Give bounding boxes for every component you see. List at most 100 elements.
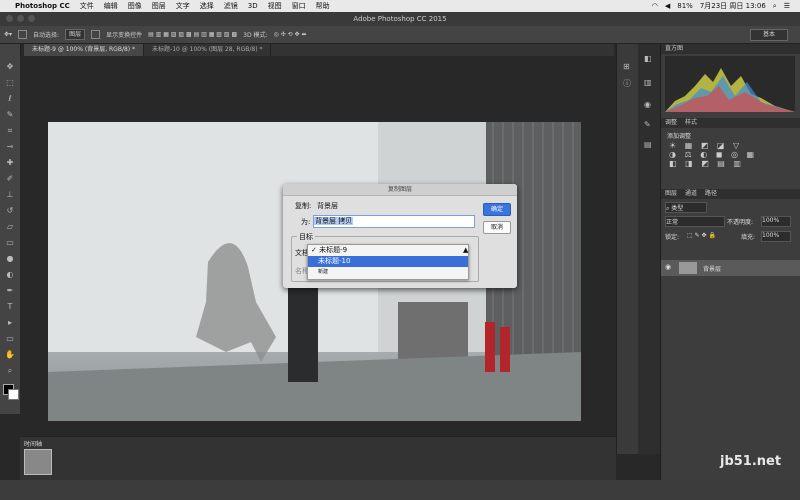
layer-row[interactable]: ◉ 背景层: [661, 260, 800, 276]
menu-edit[interactable]: 编辑: [99, 1, 123, 11]
timeline-frame[interactable]: [24, 449, 52, 475]
duplicate-layer-dialog: 复制图层 复制: 背景层 为: 背景层 拷贝 确定 取消 目标 文档: 名称: …: [283, 184, 517, 288]
quick-select-tool-icon[interactable]: ✎: [5, 110, 15, 120]
eraser-tool-icon[interactable]: ▱: [5, 222, 15, 232]
history-icon[interactable]: ⊞: [623, 62, 630, 71]
panel-strip-icon[interactable]: ◧: [644, 54, 652, 63]
collapsed-panel-icons: ⊞ ⓘ: [616, 44, 639, 454]
clock[interactable]: 7月23日 周日 13:06: [700, 1, 766, 11]
mode3d-label: 3D 模式:: [243, 32, 268, 39]
tab-adjustments[interactable]: 调整: [665, 118, 677, 128]
panel-strip-icon[interactable]: ▥: [644, 78, 652, 87]
close-window-button[interactable]: [6, 15, 13, 22]
lock-icons[interactable]: ⬚ ✎ ✥ 🔒: [687, 232, 716, 239]
layer-name-input[interactable]: 背景层 拷贝: [313, 215, 475, 228]
layer-kind-filter[interactable]: ⌕ 类型: [665, 202, 707, 213]
fill-field[interactable]: 100%: [761, 231, 791, 242]
mac-menubar: Photoshop CC 文件 编辑 图像 图层 文字 选择 滤镜 3D 视图 …: [0, 0, 800, 12]
shape-tool-icon[interactable]: ▭: [5, 334, 15, 344]
menu-3d[interactable]: 3D: [243, 2, 263, 10]
show-transform-label: 显示变换控件: [106, 32, 143, 39]
document-dropdown-list[interactable]: ✓ 未标题-9 未标题-10 新建: [307, 244, 469, 280]
fill-label: 填充:: [741, 234, 756, 241]
stamp-tool-icon[interactable]: ⊥: [5, 190, 15, 200]
menu-app-name[interactable]: Photoshop CC: [10, 2, 75, 10]
panel-strip-icon[interactable]: ▤: [644, 140, 652, 149]
history-brush-tool-icon[interactable]: ↺: [5, 206, 15, 216]
info-icon[interactable]: ⓘ: [623, 78, 631, 89]
dropdown-option-doc10[interactable]: 未标题-10: [308, 256, 468, 267]
panel-strip-icon[interactable]: ◉: [644, 100, 651, 109]
zoom-window-button[interactable]: [28, 15, 35, 22]
tab-channels[interactable]: 通道: [685, 189, 697, 199]
menu-filter[interactable]: 滤镜: [219, 1, 243, 11]
mode3d-icons[interactable]: ◎ ✣ ⟲ ✥ ⬌: [274, 31, 307, 38]
show-transform-checkbox[interactable]: [91, 30, 101, 39]
menu-view[interactable]: 视图: [263, 1, 287, 11]
volume-icon[interactable]: ◀: [665, 2, 670, 10]
move-tool-icon[interactable]: ✥: [5, 62, 15, 72]
eye-icon[interactable]: ◉: [665, 263, 671, 271]
panel-strip-icon[interactable]: ✎: [644, 120, 651, 129]
dropdown-option-new[interactable]: 新建: [308, 267, 468, 278]
auto-select-checkbox[interactable]: [18, 30, 28, 39]
move-tool-icon[interactable]: ✥▾: [4, 31, 12, 38]
panel-icon-strip: ◧ ▥ ◉ ✎ ▤: [638, 44, 660, 454]
workspace-dropdown[interactable]: 基本: [749, 29, 788, 41]
tab-styles[interactable]: 样式: [685, 118, 697, 128]
opacity-label: 不透明度:: [727, 219, 754, 226]
auto-select-dropdown[interactable]: 图层: [65, 29, 86, 40]
blend-mode-dropdown[interactable]: 正常: [665, 216, 725, 227]
gradient-tool-icon[interactable]: ▭: [5, 238, 15, 248]
menu-file[interactable]: 文件: [75, 1, 99, 11]
bottom-bar: [0, 480, 800, 500]
align-icons[interactable]: ▤ ▥ ▦ ▧ ▨ ▩ ▤ ▥ ▦ ▧ ▨ ▩: [148, 31, 237, 38]
crop-tool-icon[interactable]: ⌗: [5, 126, 15, 136]
zoom-tool-icon[interactable]: ⌕: [5, 366, 15, 376]
add-adjustment-label: 添加调整: [667, 133, 692, 140]
type-tool-icon[interactable]: T: [5, 302, 15, 312]
destination-label: 目标: [297, 232, 315, 242]
watermark: jb51.net: [720, 454, 782, 469]
blur-tool-icon[interactable]: ●: [5, 254, 15, 264]
window-title: Adobe Photoshop CC 2015: [353, 15, 447, 23]
pen-tool-icon[interactable]: ✒: [5, 286, 15, 296]
tab-document-10[interactable]: 未标题-10 @ 100% (图层 28, RGB/8) *: [144, 44, 272, 56]
lasso-tool-icon[interactable]: ℓ: [5, 94, 15, 104]
window-titlebar: Adobe Photoshop CC 2015: [0, 12, 800, 27]
brush-tool-icon[interactable]: ✐: [5, 174, 15, 184]
marquee-tool-icon[interactable]: ⬚: [5, 78, 15, 88]
search-icon[interactable]: ⌕: [773, 2, 777, 11]
adjustments-panel-header: 调整 样式: [661, 118, 800, 128]
menu-window[interactable]: 窗口: [287, 1, 311, 11]
minimize-window-button[interactable]: [17, 15, 24, 22]
timeline-label: 时间轴: [24, 441, 43, 448]
adjustment-icons[interactable]: ☀ ▦ ◩ ◪ ▽ ◑ ⚖ ◐ ◼ ◎ ▦ ◧ ◨ ◩ ▤ ▥: [669, 141, 757, 168]
healing-tool-icon[interactable]: ✚: [5, 158, 15, 168]
tab-histogram[interactable]: 直方图: [665, 44, 683, 54]
menu-type[interactable]: 文字: [171, 1, 195, 11]
cancel-button[interactable]: 取消: [483, 221, 511, 234]
tools-panel: ✥ ⬚ ℓ ✎ ⌗ ⊸ ✚ ✐ ⊥ ↺ ▱ ▭ ● ◐ ✒ T ▸ ▭ ✋ ⌕: [0, 44, 21, 414]
ok-button[interactable]: 确定: [483, 203, 511, 216]
dodge-tool-icon[interactable]: ◐: [5, 270, 15, 280]
opacity-field[interactable]: 100%: [761, 216, 791, 227]
menu-image[interactable]: 图像: [123, 1, 147, 11]
tab-layers[interactable]: 图层: [665, 189, 677, 199]
options-bar: ✥▾ 自动选择: 图层 显示变换控件 ▤ ▥ ▦ ▧ ▨ ▩ ▤ ▥ ▦ ▧ ▨…: [0, 26, 800, 44]
menu-list-icon[interactable]: ☰: [784, 2, 790, 10]
menu-select[interactable]: 选择: [195, 1, 219, 11]
hand-tool-icon[interactable]: ✋: [5, 350, 15, 360]
tab-paths[interactable]: 路径: [705, 189, 717, 199]
right-panels: 直方图 调整 样式 添加调整 ☀ ▦ ◩ ◪ ▽ ◑ ⚖ ◐ ◼ ◎ ▦ ◧ ◨ ◩…: [660, 44, 800, 484]
eyedropper-tool-icon[interactable]: ⊸: [5, 142, 15, 152]
battery-percent[interactable]: 81%: [677, 2, 693, 10]
menu-layer[interactable]: 图层: [147, 1, 171, 11]
menu-help[interactable]: 帮助: [311, 1, 335, 11]
dropdown-option-doc9[interactable]: ✓ 未标题-9: [308, 245, 468, 256]
path-select-tool-icon[interactable]: ▸: [5, 318, 15, 328]
background-color-swatch[interactable]: [8, 389, 19, 400]
document-tabs: 未标题-9 @ 100% (背景层, RGB/8) * 未标题-10 @ 100…: [24, 44, 614, 56]
tab-document-9[interactable]: 未标题-9 @ 100% (背景层, RGB/8) *: [24, 44, 145, 56]
wifi-icon[interactable]: ◠: [652, 2, 658, 10]
